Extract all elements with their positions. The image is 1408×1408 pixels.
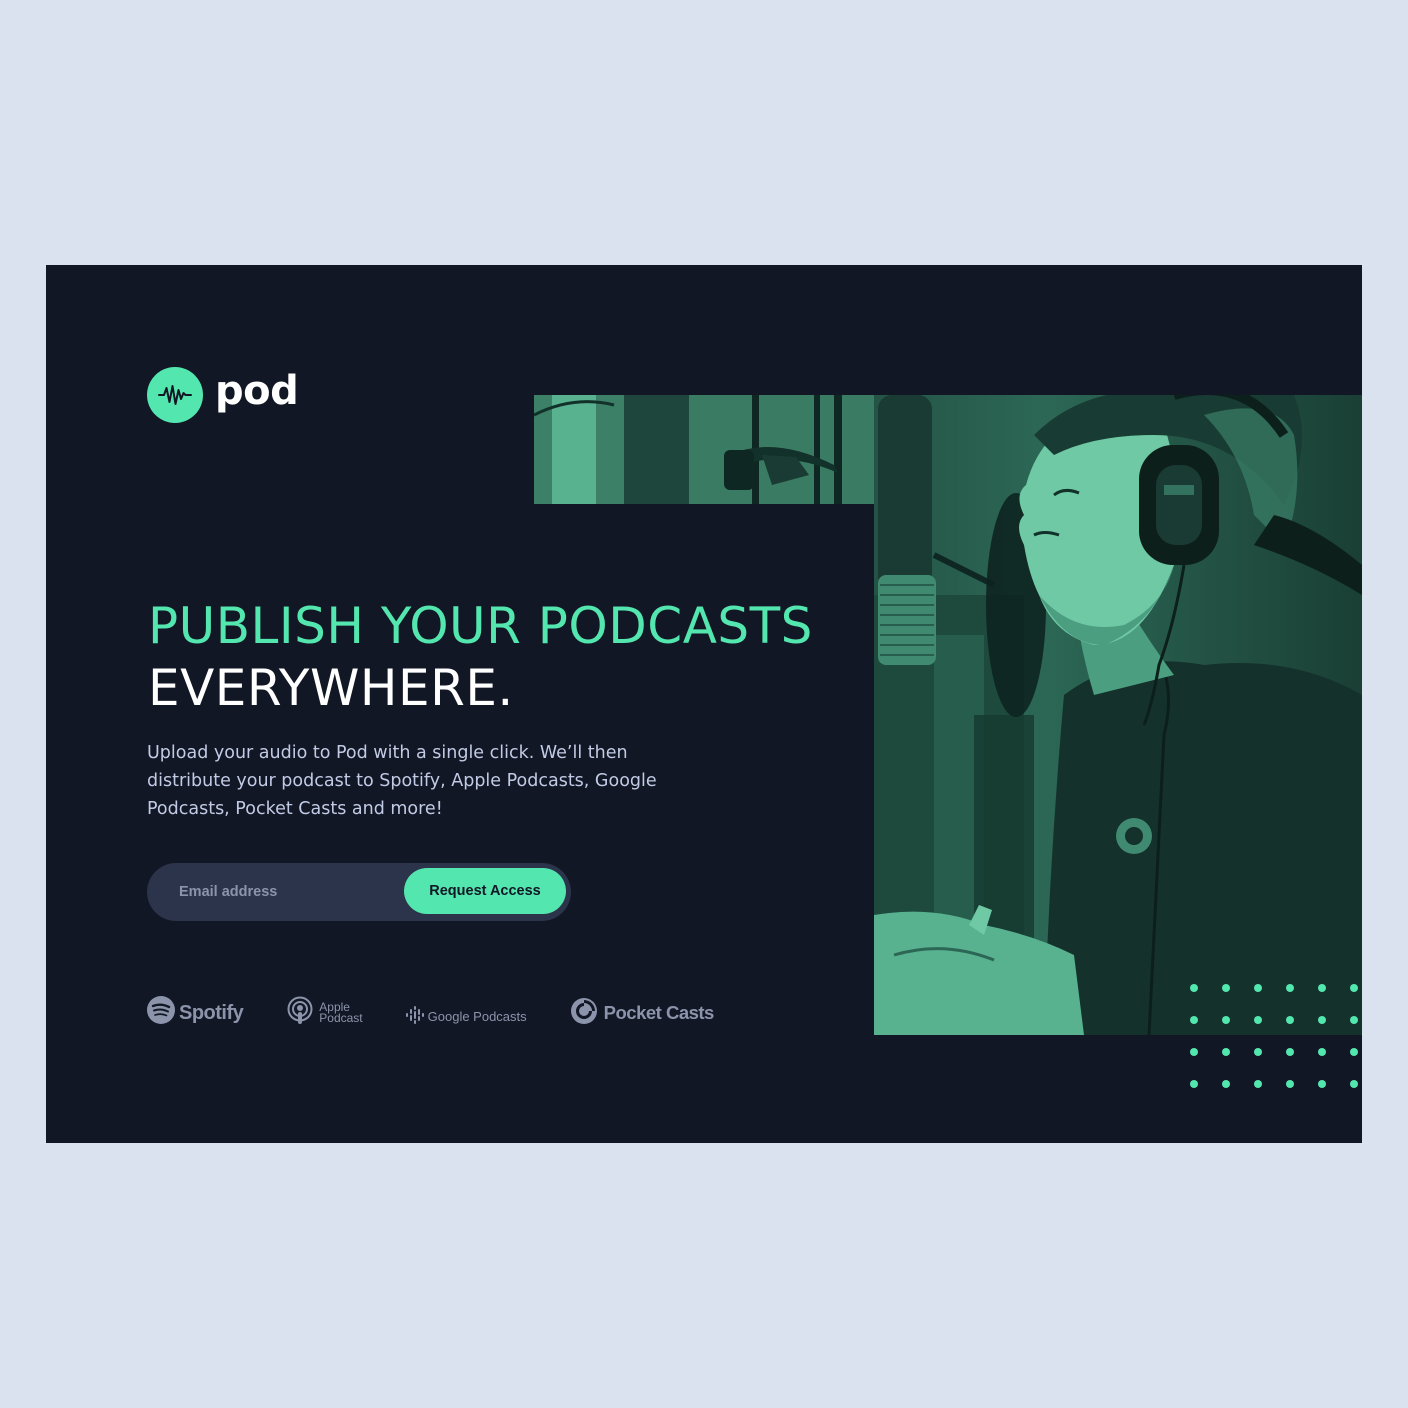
pod-logo[interactable]: pod [147, 367, 299, 423]
hero-photo-top [534, 395, 874, 504]
headline-accent: PUBLISH YOUR PODCASTS [148, 597, 813, 655]
landing-page: pod PUBLISH YOUR PODCASTS EVERYWHERE. Up… [46, 265, 1362, 1143]
logo-wordmark: pod [215, 368, 299, 414]
apple-podcast-logo: Apple Podcast [287, 996, 363, 1031]
google-podcasts-logo: Google Podcasts [405, 1005, 527, 1027]
spotify-icon [147, 996, 175, 1030]
pocket-casts-logo: Pocket Casts [570, 997, 714, 1030]
email-input[interactable] [147, 863, 397, 921]
hero-headline: PUBLISH YOUR PODCASTS EVERYWHERE. [148, 595, 813, 719]
google-podcasts-label: Google Podcasts [427, 1008, 527, 1024]
pocket-casts-icon [570, 997, 598, 1030]
platform-logos: Spotify Apple Podcast Google Podcasts Po… [147, 993, 714, 1033]
spotify-logo: Spotify [147, 996, 244, 1030]
headline-main: EVERYWHERE. [148, 659, 514, 717]
hero-photo [874, 395, 1362, 1035]
spotify-label: Spotify [179, 1001, 244, 1024]
apple-label-line2: Podcast [319, 1011, 363, 1025]
soundwave-icon [147, 367, 203, 423]
apple-podcast-icon [287, 996, 313, 1031]
request-access-button[interactable]: Request Access [404, 868, 566, 914]
decorative-dot-pattern [1190, 984, 1362, 1094]
google-podcasts-icon [405, 1005, 424, 1027]
hero-description: Upload your audio to Pod with a single c… [147, 743, 657, 819]
signup-form: Request Access [147, 863, 571, 921]
pocket-casts-label: Pocket Casts [603, 1002, 715, 1023]
